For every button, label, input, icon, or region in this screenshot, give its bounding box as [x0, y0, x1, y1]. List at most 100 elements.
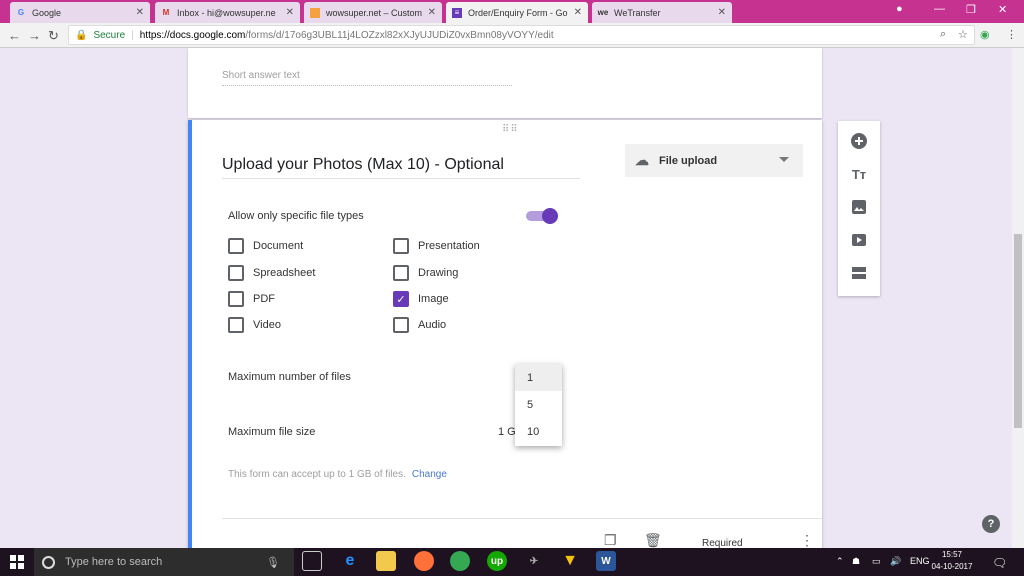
- checkbox-box[interactable]: [228, 291, 244, 307]
- clock-time: 15:57: [941, 550, 963, 559]
- url-input[interactable]: 🔒 Secure | https://docs.google.com /form…: [68, 25, 975, 45]
- checkbox-video[interactable]: Video: [228, 317, 281, 333]
- side-toolbar: Tт: [838, 121, 880, 296]
- tab-wowsuper[interactable]: wowsuper.net – Custom ✕: [304, 2, 442, 23]
- close-icon[interactable]: ✕: [428, 7, 436, 18]
- form-editor-page: Short answer text ⠿⠿ Upload your Photos …: [0, 48, 1024, 548]
- drag-handle-icon[interactable]: ⠿⠿: [502, 124, 519, 135]
- storage-note: This form can accept up to 1 GB of files…: [228, 469, 447, 480]
- add-title-icon[interactable]: Tт: [849, 164, 869, 184]
- tab-google[interactable]: G Google ✕: [10, 2, 150, 23]
- menu-icon[interactable]: ⋮: [1006, 28, 1017, 41]
- network-icon[interactable]: ▭: [872, 556, 881, 567]
- tray-chevron-icon[interactable]: ⌃: [836, 556, 844, 567]
- task-view-icon[interactable]: [302, 551, 322, 571]
- question-card[interactable]: ⠿⠿ Upload your Photos (Max 10) - Optiona…: [188, 120, 822, 548]
- people-icon[interactable]: ☗: [852, 556, 860, 567]
- checkbox-box[interactable]: [228, 238, 244, 254]
- dropdown-option-10[interactable]: 10: [515, 418, 562, 445]
- forward-icon[interactable]: →: [28, 28, 41, 43]
- restore-icon[interactable]: ❐: [966, 3, 976, 16]
- checkbox-spreadsheet[interactable]: Spreadsheet: [228, 265, 315, 281]
- checkbox-document[interactable]: Document: [228, 238, 303, 254]
- windows-start-icon[interactable]: [0, 548, 34, 576]
- max-size-label: Maximum file size: [228, 426, 316, 438]
- page-scrollbar[interactable]: [1012, 48, 1024, 548]
- help-icon[interactable]: ?: [982, 515, 1000, 533]
- add-section-icon[interactable]: [849, 263, 869, 283]
- site-icon: [310, 7, 320, 18]
- dropdown-option-5[interactable]: 5: [515, 391, 562, 418]
- browser-tab-bar: G Google ✕ M Inbox - hi@wowsuper.ne ✕ wo…: [0, 0, 1024, 23]
- taskbar-search-input[interactable]: Type here to search 🎙: [34, 548, 294, 576]
- checkbox-pdf[interactable]: PDF: [228, 291, 275, 307]
- close-icon[interactable]: ✕: [136, 7, 144, 18]
- tab-title: Order/Enquiry Form - Go: [468, 7, 568, 18]
- add-video-icon[interactable]: [849, 230, 869, 250]
- max-files-dropdown[interactable]: 1 5 10: [515, 364, 562, 446]
- microphone-icon[interactable]: 🎙: [266, 556, 280, 569]
- checkbox-box[interactable]: [228, 265, 244, 281]
- check-icon[interactable]: ✓: [393, 291, 409, 307]
- close-icon[interactable]: ✕: [718, 7, 726, 18]
- tab-inbox[interactable]: M Inbox - hi@wowsuper.ne ✕: [155, 2, 300, 23]
- extension-icon[interactable]: ◉: [980, 28, 990, 41]
- tab-title: WeTransfer: [614, 7, 661, 18]
- back-icon[interactable]: ←: [8, 28, 21, 43]
- allow-file-types-label: Allow only specific file types: [228, 210, 364, 222]
- chrome-icon[interactable]: [450, 551, 470, 571]
- close-icon[interactable]: ✕: [286, 7, 294, 18]
- bookmark-star-icon[interactable]: ☆: [958, 28, 968, 41]
- more-options-icon[interactable]: ⋮: [800, 532, 814, 548]
- scroll-thumb[interactable]: [1014, 234, 1022, 428]
- edge-icon[interactable]: e: [340, 551, 360, 571]
- notifications-icon[interactable]: 🗨: [992, 556, 1007, 570]
- trash-icon[interactable]: 🗑: [644, 532, 662, 548]
- toggle-knob: [542, 208, 558, 224]
- firefox-icon[interactable]: [414, 551, 434, 571]
- game-icon[interactable]: ✈: [524, 551, 544, 571]
- checkbox-presentation[interactable]: Presentation: [393, 238, 480, 254]
- tab-title: Inbox - hi@wowsuper.ne: [177, 7, 276, 18]
- gmail-icon: M: [162, 8, 170, 17]
- file-explorer-icon[interactable]: [376, 551, 396, 571]
- checkbox-label: Drawing: [418, 267, 459, 279]
- checkbox-label: PDF: [253, 293, 275, 305]
- checkbox-drawing[interactable]: Drawing: [393, 265, 458, 281]
- url-host: https://docs.google.com: [139, 29, 246, 41]
- question-title-input[interactable]: Upload your Photos (Max 10) - Optional: [222, 156, 580, 179]
- change-link[interactable]: Change: [412, 469, 447, 480]
- max-size-select[interactable]: 1 G: [498, 426, 516, 438]
- tab-order-form[interactable]: ≡ Order/Enquiry Form - Go ✕: [446, 2, 588, 23]
- minimize-icon[interactable]: —: [934, 3, 945, 15]
- add-question-icon[interactable]: [849, 131, 869, 151]
- close-window-icon[interactable]: ✕: [998, 3, 1007, 16]
- profile-icon[interactable]: ●: [896, 3, 903, 15]
- zoom-icon[interactable]: ⌕: [940, 28, 946, 41]
- upwork-icon[interactable]: up: [487, 551, 507, 571]
- question-type-select[interactable]: ☁ File upload: [625, 144, 803, 177]
- word-icon[interactable]: W: [596, 551, 616, 571]
- chevron-down-icon: [779, 157, 789, 162]
- checkbox-box[interactable]: [393, 317, 409, 333]
- allow-file-types-toggle[interactable]: [526, 208, 558, 224]
- input-language[interactable]: ENG: [910, 556, 930, 566]
- duplicate-icon[interactable]: ❐: [604, 532, 617, 548]
- checkbox-image[interactable]: ✓ Image: [393, 291, 449, 307]
- dropdown-option-1[interactable]: 1: [515, 364, 562, 391]
- clock-date: 04-10-2017: [931, 562, 973, 571]
- add-image-icon[interactable]: [849, 197, 869, 217]
- taskbar-clock[interactable]: 15:57 04-10-2017: [930, 549, 974, 573]
- checkbox-audio[interactable]: Audio: [393, 317, 446, 333]
- checkbox-box[interactable]: [393, 238, 409, 254]
- wetransfer-icon: we: [597, 8, 609, 17]
- checkbox-box[interactable]: [228, 317, 244, 333]
- checkbox-box[interactable]: [393, 265, 409, 281]
- volume-icon[interactable]: 🔊: [890, 556, 901, 567]
- close-icon[interactable]: ✕: [574, 7, 582, 18]
- storage-note-text: This form can accept up to 1 GB of files…: [228, 469, 406, 480]
- vlc-icon[interactable]: ▼: [560, 551, 580, 571]
- url-path: /forms/d/17o6g3UBL11j4LOZzxl82xXJyUJUDiZ…: [245, 29, 554, 41]
- reload-icon[interactable]: ↻: [48, 28, 59, 44]
- tab-wetransfer[interactable]: we WeTransfer ✕: [592, 2, 732, 23]
